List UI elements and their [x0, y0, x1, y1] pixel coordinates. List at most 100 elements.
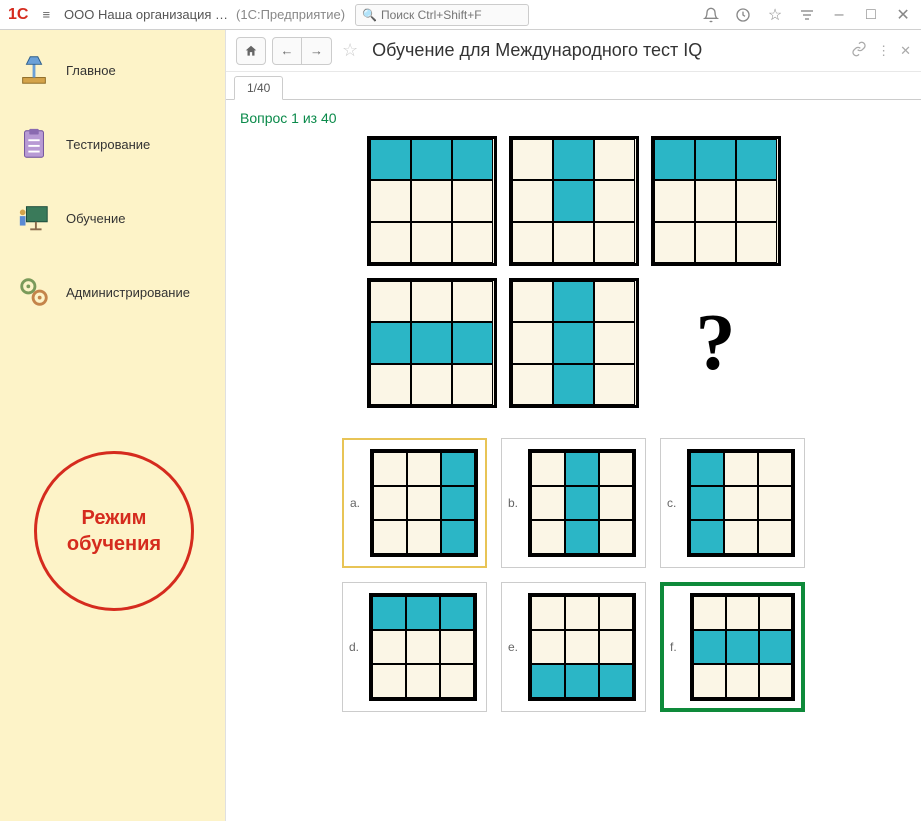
grid-cell — [512, 364, 553, 405]
sidebar-item-admin[interactable]: Администрирование — [0, 264, 225, 338]
back-button[interactable]: ← — [272, 37, 302, 65]
grid-3x3 — [369, 593, 477, 701]
grid-cell — [452, 322, 493, 363]
answer-option-b[interactable]: b. — [501, 438, 646, 568]
bell-icon[interactable] — [697, 1, 725, 29]
grid-cell — [370, 322, 411, 363]
grid-cell — [531, 664, 565, 698]
close-icon[interactable]: ✕ — [889, 1, 917, 29]
close-page-icon[interactable]: ✕ — [900, 43, 911, 59]
grid-3x3 — [528, 449, 636, 557]
grid-cell — [759, 596, 792, 630]
sidebar-item-training[interactable]: Обучение — [0, 190, 225, 264]
forward-button[interactable]: → — [302, 37, 332, 65]
grid-cell — [693, 630, 726, 664]
grid-cell — [736, 222, 777, 263]
grid-cell — [370, 222, 411, 263]
answer-option-e[interactable]: e. — [501, 582, 646, 712]
favorite-icon[interactable]: ☆ — [338, 40, 362, 61]
grid-cell — [373, 486, 407, 520]
answer-option-a[interactable]: a. — [342, 438, 487, 568]
grid-cell — [370, 180, 411, 221]
answer-option-c[interactable]: c. — [660, 438, 805, 568]
grid-cell — [565, 630, 599, 664]
grid-cell — [759, 664, 792, 698]
search-box[interactable]: 🔍 — [355, 4, 529, 26]
grid-cell — [736, 180, 777, 221]
tab-progress[interactable]: 1/40 — [234, 76, 283, 100]
grid-cell — [406, 630, 440, 664]
grid-cell — [406, 664, 440, 698]
app-suffix: (1С:Предприятие) — [236, 7, 345, 22]
clipboard-icon — [16, 126, 52, 162]
grid-cell — [599, 486, 633, 520]
history-icon[interactable] — [729, 1, 757, 29]
grid-3x3 — [690, 593, 795, 701]
grid-cell — [553, 322, 594, 363]
grid-cell — [759, 630, 792, 664]
sidebar-item-testing[interactable]: Тестирование — [0, 116, 225, 190]
grid-cell — [599, 452, 633, 486]
grid-cell — [594, 139, 635, 180]
answer-option-f[interactable]: f. — [660, 582, 805, 712]
grid-cell — [441, 486, 475, 520]
search-input[interactable] — [381, 8, 522, 22]
grid-cell — [440, 630, 474, 664]
grid-cell — [690, 520, 724, 554]
grid-cell — [758, 520, 792, 554]
grid-cell — [440, 664, 474, 698]
grid-cell — [553, 222, 594, 263]
grid-cell — [565, 486, 599, 520]
grid-cell — [531, 630, 565, 664]
grid-cell — [565, 664, 599, 698]
grid-cell — [531, 596, 565, 630]
grid-cell — [407, 520, 441, 554]
page-body: Вопрос 1 из 40 ? a.b.c.d.e.f. — [226, 100, 921, 821]
grid-3x3 — [509, 278, 639, 408]
grid-cell — [440, 596, 474, 630]
minimize-icon[interactable]: – — [825, 1, 853, 29]
grid-cell — [512, 281, 553, 322]
grid-cell — [758, 452, 792, 486]
more-icon[interactable]: ⋮ — [877, 43, 890, 59]
grid-cell — [370, 281, 411, 322]
grid-cell — [553, 364, 594, 405]
menu-icon[interactable]: ≡ — [36, 3, 56, 26]
grid-cell — [553, 139, 594, 180]
grid-cell — [411, 180, 452, 221]
grid-cell — [594, 364, 635, 405]
grid-cell — [372, 596, 406, 630]
grid-cell — [553, 180, 594, 221]
grid-cell — [512, 139, 553, 180]
star-icon[interactable]: ☆ — [761, 1, 789, 29]
settings-lines-icon[interactable] — [793, 1, 821, 29]
sidebar-item-main[interactable]: Главное — [0, 42, 225, 116]
sidebar-item-label: Тестирование — [66, 137, 150, 152]
sidebar-item-label: Главное — [66, 63, 116, 78]
grid-cell — [373, 520, 407, 554]
unknown-placeholder: ? — [651, 278, 781, 408]
grid-cell — [411, 281, 452, 322]
maximize-icon[interactable]: □ — [857, 1, 885, 29]
presentation-icon — [16, 200, 52, 236]
org-title: ООО Наша организация … — [60, 7, 232, 22]
gears-icon — [16, 274, 52, 310]
link-icon[interactable] — [851, 41, 867, 60]
grid-cell — [594, 281, 635, 322]
grid-cell — [695, 222, 736, 263]
grid-cell — [599, 630, 633, 664]
tabstrip: 1/40 — [226, 72, 921, 100]
answer-label: c. — [667, 496, 681, 510]
grid-cell — [693, 596, 726, 630]
grid-cell — [452, 281, 493, 322]
grid-cell — [695, 180, 736, 221]
grid-cell — [452, 139, 493, 180]
home-button[interactable] — [236, 37, 266, 65]
content-area: ← → ☆ Обучение для Международного тест I… — [225, 30, 921, 821]
answer-option-d[interactable]: d. — [342, 582, 487, 712]
grid-cell — [531, 520, 565, 554]
grid-cell — [654, 222, 695, 263]
grid-3x3 — [687, 449, 795, 557]
answer-label: a. — [350, 496, 364, 510]
grid-cell — [531, 452, 565, 486]
